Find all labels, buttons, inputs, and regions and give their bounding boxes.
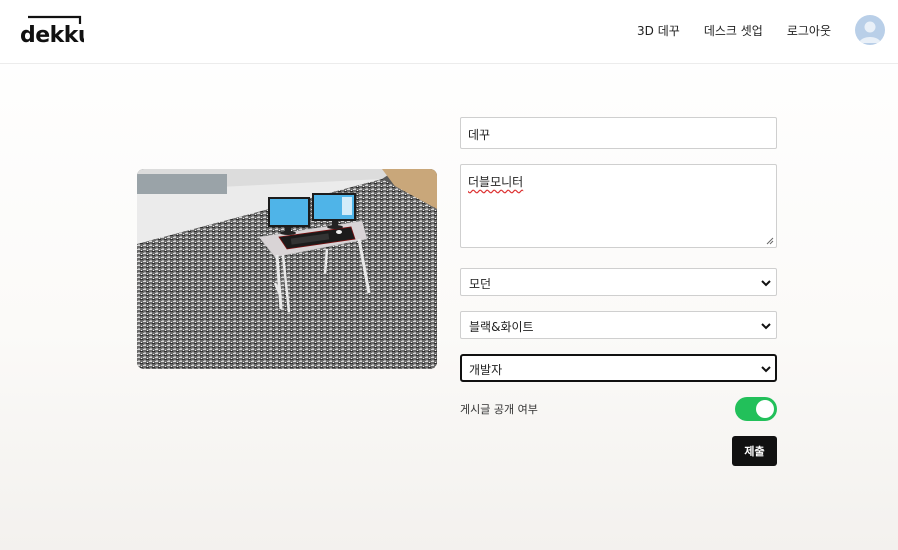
top-navbar: dekku 3D 데꾸 데스크 셋업 로그아웃 [0, 0, 898, 64]
main-nav: 3D 데꾸 데스크 셋업 로그아웃 [637, 14, 885, 46]
description-textarea[interactable]: 더블모니터 [460, 164, 777, 248]
title-input[interactable]: 데꾸 [460, 117, 777, 149]
color-select-value: 블랙&화이트 [469, 320, 534, 334]
nav-desk-setup-link[interactable]: 데스크 셋업 [704, 22, 763, 39]
nav-logout-link[interactable]: 로그아웃 [787, 22, 831, 39]
job-select-value: 개발자 [469, 363, 503, 377]
description-textarea-value: 더블모니터 [468, 175, 524, 189]
submit-button[interactable]: 제출 [732, 436, 777, 466]
style-select-value: 모던 [469, 277, 492, 291]
job-select[interactable]: 개발자 [460, 354, 777, 382]
resize-grip-icon[interactable] [766, 237, 774, 245]
user-avatar[interactable] [855, 15, 885, 45]
desk-3d-preview-image [137, 169, 437, 369]
dekku-logo[interactable]: dekku [20, 14, 94, 48]
public-toggle-label: 게시글 공개 여부 [460, 403, 538, 416]
svg-text:dekku: dekku [20, 23, 84, 46]
color-select[interactable]: 블랙&화이트 [460, 311, 777, 339]
toggle-knob [756, 400, 774, 418]
style-select[interactable]: 모던 [460, 268, 777, 296]
user-icon [859, 21, 881, 43]
chevron-down-icon [761, 323, 771, 330]
title-input-value: 데꾸 [468, 128, 491, 142]
chevron-down-icon [761, 280, 771, 287]
public-toggle-switch[interactable] [735, 397, 777, 421]
chevron-down-icon [761, 366, 771, 373]
nav-3d-dekku-link[interactable]: 3D 데꾸 [637, 22, 680, 39]
